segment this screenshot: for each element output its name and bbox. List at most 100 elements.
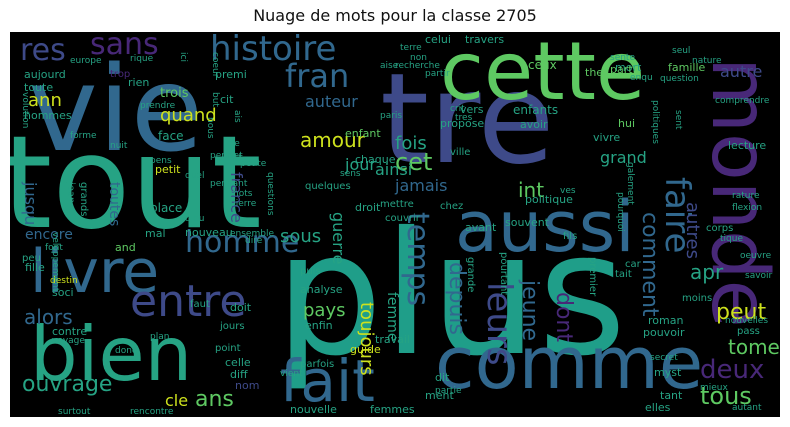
word-trois: trois [160,86,189,101]
word-prendre: prendre [140,101,176,111]
word-tant: tant [660,389,683,402]
word-dont: dont [551,292,576,342]
word-lecture: lecture [728,139,767,152]
word-tres: tres [455,113,473,123]
word-enqu: enqu [630,73,653,83]
word-pens: pens [150,156,172,166]
word-entre: entre [130,276,247,327]
word-autre: autre [720,62,763,81]
word-aujourd: aujourd [24,68,66,81]
word-ici: ici [178,52,188,62]
word-enfant: enfant [345,127,381,140]
word-flexion: flexion [732,203,763,213]
word-droit: droit [355,201,381,214]
word-fois: fois [395,133,427,154]
word-ceux: ceux [528,58,557,72]
word-peu: peu [22,253,41,264]
chart-title: Nuage de mots pour la classe 2705 [253,6,537,25]
word-enfants: enfants [513,103,559,117]
word-and: and [115,241,136,254]
word-place: place [150,201,183,215]
word-rencontre: rencontre [130,407,174,417]
word-seul: seul [672,46,691,56]
word-couvrir: couvrir [385,213,420,224]
word-mettre: mettre [380,199,414,210]
word-alors: alors [24,305,73,329]
word-temps: temps [400,212,435,307]
word-avoir: avoir [520,118,548,131]
word-europe: europe [70,56,102,66]
word-femmes: femmes [370,403,415,416]
word-nuit: nuit [110,141,128,151]
word-grands: grands [78,182,89,217]
word-grande: grande [465,257,476,293]
word-mieux: mieux [700,383,728,393]
word-tait: tait [615,269,632,280]
word-dire: dire [245,236,263,246]
word-sente: sente [610,53,635,63]
word-jamais: jamais [395,176,448,195]
word-pendant: pendant [210,179,248,189]
word-pierre: pierre [230,199,257,209]
word-rien: rien [128,76,150,89]
word-myst: myst [654,366,682,379]
word-the: the [585,66,604,79]
word-mal: mal [145,227,166,240]
word-toujours: toujours [356,302,377,376]
word-souvent: souvent [505,216,549,229]
word-coeur: coeur [210,52,220,78]
word-but: but [210,92,220,107]
word-toutes: toutes [106,182,122,227]
word-ville: ville [450,147,471,158]
word-depuis: depuis [444,262,469,335]
word-fran: fran [285,57,350,95]
word-puis: puis [300,266,321,277]
word-moins: moins [682,293,713,304]
word-autant: autant [732,403,762,413]
word-premier: premier [587,257,598,297]
word-guide: guide [350,343,381,356]
word-forme: forme [70,131,97,141]
word-permet: permet [210,151,243,161]
word-nouvelles: nouvelles [725,316,769,326]
word-elles: elles [645,401,671,414]
word-quel: quel [185,171,205,181]
word-grand: grand [600,148,647,167]
word-nous: nous [205,117,215,139]
word-point: point [215,343,241,354]
word-auteur: auteur [305,92,358,111]
word-question: question [660,74,699,84]
word-jours: jours [220,321,245,332]
word-trop: trop [110,69,131,80]
word-hui: hui [618,117,635,130]
word-pouvoir: pouvoir [643,326,685,339]
word-celle: celle [225,356,251,369]
word-savoir: savoir [745,271,773,281]
word-terre: terre [400,43,422,53]
word-cloud: tout plus vie tre cette monde aussi bien… [10,32,780,417]
word-analyse: analyse [300,283,343,296]
word-surtout: surtout [58,407,91,417]
word-corps: corps [706,223,734,234]
word-voyage: voyage [52,336,85,346]
word-jusqu: jusqu [21,182,40,226]
word-sous: sous [280,226,322,247]
word-chez: chez [440,201,464,212]
word-enfin: enfin [305,319,333,332]
word-cit: cit [220,93,234,106]
word-dieu: dieu [185,214,205,224]
word-encore: encore [25,227,73,243]
word-pass: pass [737,326,760,337]
word-volution: volution [20,92,30,129]
word-rature: rature [732,191,760,201]
word-jean: jean [65,182,76,204]
word-partie: partie [435,386,462,396]
word-nouveau: nouveau [185,226,233,239]
word-vient: vient [280,369,303,379]
word-celui: celui [425,33,451,46]
word-comment: comment [637,212,662,317]
word-vivre: vivre [593,131,621,144]
word-guerre: guerre [329,212,348,265]
word-nom: nom [235,379,260,392]
word-car: car [625,259,641,270]
